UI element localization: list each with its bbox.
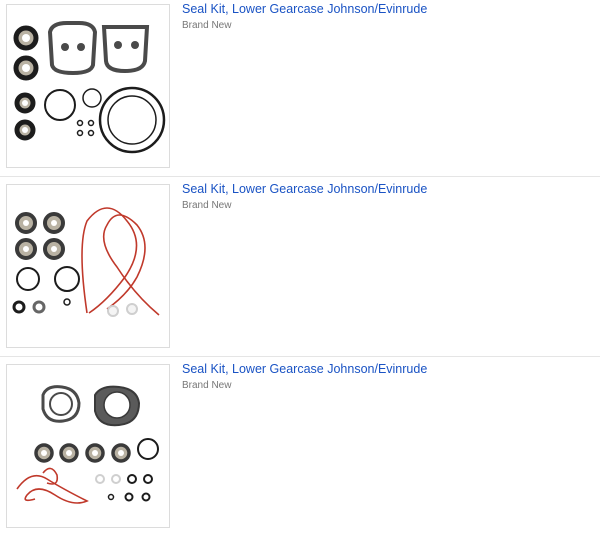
divider — [0, 176, 600, 177]
listing-title-link[interactable]: Seal Kit, Lower Gearcase Johnson/Evinrud… — [182, 362, 427, 376]
seal-kit-image — [16, 385, 159, 504]
product-thumbnail[interactable] — [6, 184, 170, 348]
listing-condition: Brand New — [182, 380, 232, 391]
search-result-item[interactable]: Seal Kit, Lower Gearcase Johnson/Evinrud… — [0, 0, 600, 180]
listing-condition: Brand New — [182, 20, 232, 31]
seal-kit-image — [13, 21, 166, 154]
product-thumbnail[interactable] — [6, 364, 170, 528]
listing-title-link[interactable]: Seal Kit, Lower Gearcase Johnson/Evinrud… — [182, 2, 427, 16]
search-result-item[interactable]: Seal Kit, Lower Gearcase Johnson/Evinrud… — [0, 360, 600, 540]
product-thumbnail[interactable] — [6, 4, 170, 168]
divider — [0, 356, 600, 357]
listing-title-link[interactable]: Seal Kit, Lower Gearcase Johnson/Evinrud… — [182, 182, 427, 196]
seal-kit-image — [12, 207, 160, 317]
listing-condition: Brand New — [182, 200, 232, 211]
search-result-item[interactable]: Seal Kit, Lower Gearcase Johnson/Evinrud… — [0, 180, 600, 360]
